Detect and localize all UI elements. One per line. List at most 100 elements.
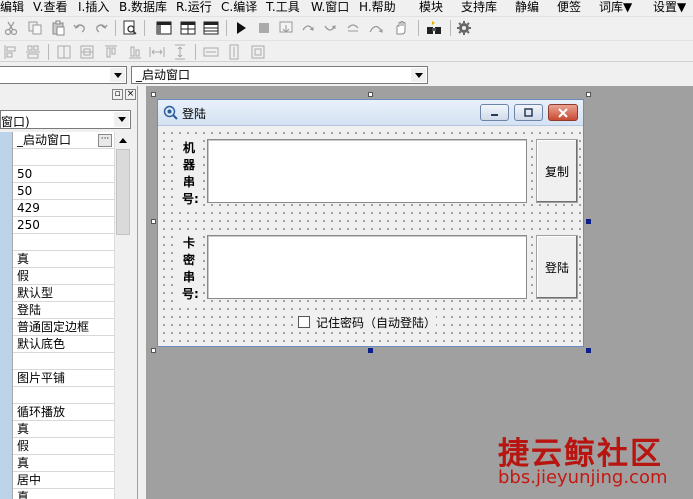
search-binoculars-icon[interactable] [426, 20, 442, 36]
property-scrollbar[interactable] [114, 132, 131, 499]
property-row[interactable]: 登陆 [0, 302, 114, 319]
class-combo[interactable] [0, 66, 127, 84]
property-row[interactable] [0, 149, 114, 166]
cut-icon[interactable] [3, 20, 19, 36]
login-button[interactable]: 登陆 [536, 235, 578, 299]
property-row[interactable]: 真 [0, 421, 114, 438]
menu-settings[interactable]: 设置▼ [653, 0, 686, 16]
card-serial-input[interactable] [207, 235, 527, 299]
property-row[interactable] [0, 234, 114, 251]
scroll-up-icon[interactable] [115, 132, 131, 148]
object-combo[interactable]: 窗口) [0, 110, 131, 129]
menu-database[interactable]: B.数据库 [119, 0, 167, 16]
window-combo[interactable]: _启动窗口 [131, 66, 428, 84]
remember-password-row[interactable]: 记住密码（自动登陆） [298, 314, 437, 330]
property-row[interactable]: 假 [0, 438, 114, 455]
space-vertical-icon[interactable] [172, 44, 188, 60]
gear-icon[interactable] [456, 20, 472, 36]
layout-grid-icon[interactable] [180, 20, 196, 36]
menu-window[interactable]: W.窗口 [311, 0, 349, 16]
layout-rows-icon[interactable] [203, 20, 219, 36]
property-row[interactable]: 循环播放 [0, 404, 114, 421]
menu-static-compile[interactable]: 静编 [515, 0, 539, 16]
resize-handle[interactable] [151, 219, 156, 224]
jump-icon[interactable] [368, 20, 384, 36]
property-row[interactable]: 假 [0, 268, 114, 285]
property-row[interactable]: 50 [0, 183, 114, 200]
redo-icon[interactable] [93, 20, 109, 36]
property-row[interactable]: _启动窗口 ··· [0, 132, 114, 149]
space-horizontal-icon[interactable] [149, 44, 165, 60]
scroll-thumb[interactable] [116, 149, 130, 235]
property-row[interactable]: 真 [0, 489, 114, 499]
hand-icon[interactable] [393, 20, 409, 36]
same-width-icon[interactable] [203, 44, 219, 60]
menu-tools[interactable]: T.工具 [266, 0, 300, 16]
property-row[interactable]: 真 [0, 455, 114, 472]
align-bottom-icon[interactable] [127, 44, 143, 60]
property-row[interactable]: 真 [0, 251, 114, 268]
undo-icon[interactable] [72, 20, 88, 36]
chevron-down-icon[interactable] [411, 68, 426, 82]
align-top-icon[interactable] [103, 44, 119, 60]
resize-handle[interactable] [368, 92, 373, 97]
stop-icon[interactable] [256, 20, 272, 36]
resize-handle[interactable] [151, 348, 156, 353]
layout-left-icon[interactable] [156, 20, 172, 36]
align-left-icon[interactable] [3, 44, 19, 60]
same-size-icon[interactable] [250, 44, 266, 60]
property-row[interactable] [0, 353, 114, 370]
menu-view[interactable]: V.查看 [33, 0, 67, 16]
property-row[interactable]: 默认底色 [0, 336, 114, 353]
run-to-cursor-icon[interactable] [345, 20, 361, 36]
copy-button[interactable]: 复制 [536, 139, 578, 203]
property-row[interactable]: 250 [0, 217, 114, 234]
menu-module[interactable]: 模块 [419, 0, 443, 16]
property-row[interactable]: 默认型 [0, 285, 114, 302]
property-row[interactable] [0, 387, 114, 404]
align-grid-icon[interactable] [25, 44, 41, 60]
toolbar-separator [115, 20, 116, 36]
run-icon[interactable] [233, 20, 249, 36]
property-grid: _启动窗口 ··· 50 50 429 250 真假默认型 登陆 普通固定边框 默认底色 图片平铺循… [0, 132, 131, 499]
step-out-icon[interactable] [322, 20, 338, 36]
close-button[interactable] [548, 104, 578, 121]
menu-compile[interactable]: C.编译 [221, 0, 257, 16]
login-form-window[interactable]: 登陆 机器串号: 复制 卡密串号: 登陆 记住密码（自动登陆） [157, 99, 584, 347]
copy-icon[interactable] [27, 20, 43, 36]
maximize-button[interactable] [514, 104, 543, 121]
chevron-down-icon[interactable] [114, 112, 129, 127]
resize-handle[interactable] [586, 92, 591, 97]
form-titlebar[interactable]: 登陆 [158, 100, 583, 126]
menu-insert[interactable]: I.插入 [78, 0, 109, 16]
find-icon[interactable] [122, 20, 138, 36]
step-into-icon[interactable] [278, 20, 294, 36]
property-row[interactable]: 429 [0, 200, 114, 217]
minimize-button[interactable] [480, 104, 509, 121]
same-height-icon[interactable] [226, 44, 242, 60]
menu-help[interactable]: H.帮助 [359, 0, 396, 16]
ellipsis-button[interactable]: ··· [98, 134, 112, 147]
menu-run[interactable]: R.运行 [176, 0, 212, 16]
resize-handle[interactable] [586, 348, 591, 353]
resize-handle[interactable] [151, 92, 156, 97]
menu-lexicon[interactable]: 词库▼ [599, 0, 632, 16]
property-row[interactable]: 居中 [0, 472, 114, 489]
align-center-v-icon[interactable] [79, 44, 95, 60]
step-over-icon[interactable] [300, 20, 316, 36]
menu-support-lib[interactable]: 支持库 [461, 0, 497, 16]
property-row[interactable]: 图片平铺 [0, 370, 114, 387]
chevron-down-icon[interactable] [110, 68, 125, 82]
close-icon[interactable]: × [125, 89, 136, 100]
align-center-h-icon[interactable] [56, 44, 72, 60]
resize-handle[interactable] [368, 348, 373, 353]
restore-icon[interactable]: ▫ [112, 89, 123, 100]
remember-password-checkbox[interactable] [298, 316, 310, 328]
property-row[interactable]: 50 [0, 166, 114, 183]
menu-edit[interactable]: 编辑 [0, 0, 24, 16]
machine-serial-input[interactable] [207, 139, 527, 203]
resize-handle[interactable] [586, 219, 591, 224]
paste-icon[interactable] [50, 20, 66, 36]
property-row[interactable]: 普通固定边框 [0, 319, 114, 336]
menu-notes[interactable]: 便签 [557, 0, 581, 16]
